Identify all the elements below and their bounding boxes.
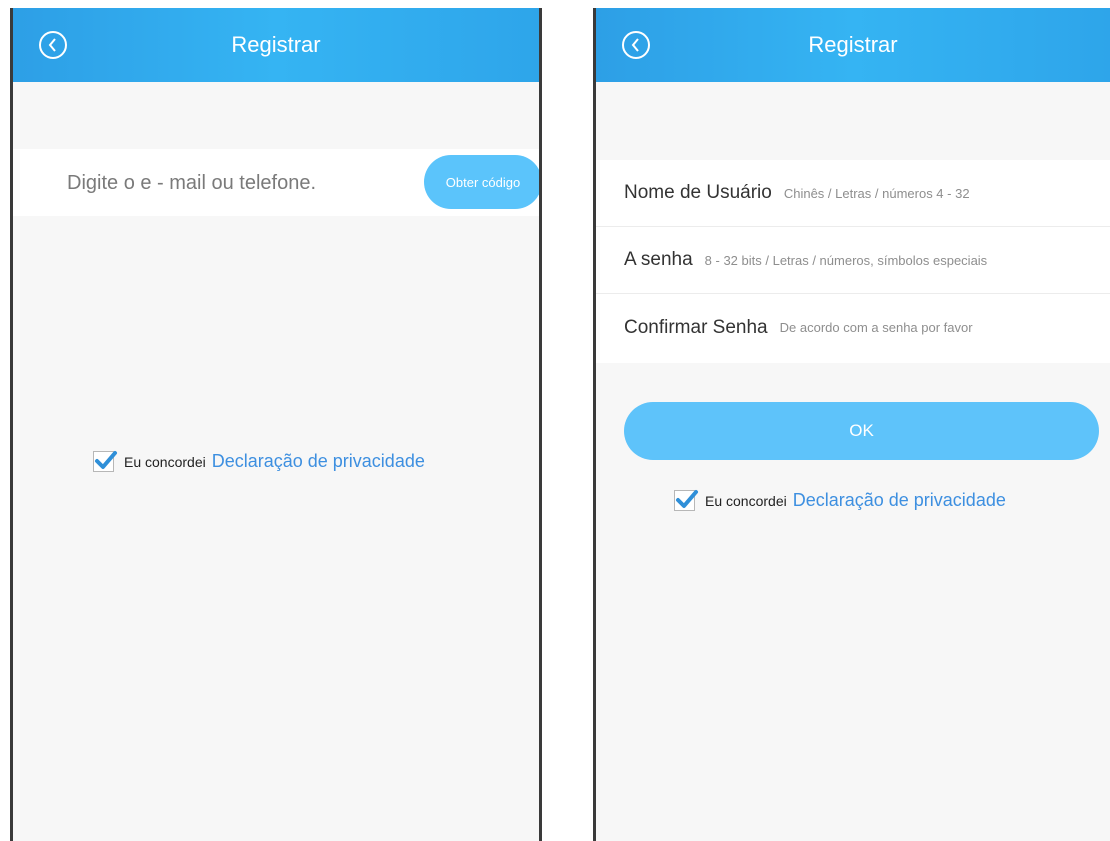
page-title: Registrar: [231, 32, 321, 57]
username-input[interactable]: [781, 184, 1106, 202]
privacy-agreement: Eu concordei Declaração de privacidade: [93, 451, 425, 472]
register-screen-email: Registrar Obter código Eu concordei Decl…: [10, 8, 542, 841]
agree-checkbox[interactable]: [93, 451, 117, 472]
email-phone-row: Obter código: [13, 149, 539, 216]
password-row: A senha: [596, 227, 1110, 294]
app-header: Registrar: [596, 8, 1110, 82]
privacy-policy-link[interactable]: Declaração de privacidade: [793, 490, 1006, 511]
password-input[interactable]: [702, 251, 1027, 269]
check-icon: [95, 451, 117, 469]
agree-checkbox[interactable]: [674, 490, 698, 511]
ok-button[interactable]: OK: [624, 402, 1099, 460]
get-code-button[interactable]: Obter código: [424, 155, 539, 209]
confirm-password-row: Confirmar Senha: [596, 294, 1110, 361]
password-label: A senha: [624, 249, 693, 270]
register-form: Nome de Usuário A senha Confirmar Senha: [596, 160, 1110, 363]
register-screen-account: Registrar Nome de Usuário A senha Confir…: [593, 8, 1110, 841]
agree-label: Eu concordei: [705, 492, 787, 509]
confirm-password-label: Confirmar Senha: [624, 316, 768, 338]
page-title: Registrar: [808, 32, 898, 57]
username-label: Nome de Usuário: [624, 182, 772, 203]
email-phone-input[interactable]: [65, 167, 399, 199]
privacy-agreement: Eu concordei Declaração de privacidade: [674, 490, 1006, 511]
confirm-password-input[interactable]: [777, 319, 1102, 336]
username-row: Nome de Usuário: [596, 160, 1110, 227]
agree-label: Eu concordei: [124, 453, 206, 470]
check-icon: [676, 490, 698, 508]
app-header: Registrar: [13, 8, 539, 82]
privacy-policy-link[interactable]: Declaração de privacidade: [212, 451, 425, 472]
